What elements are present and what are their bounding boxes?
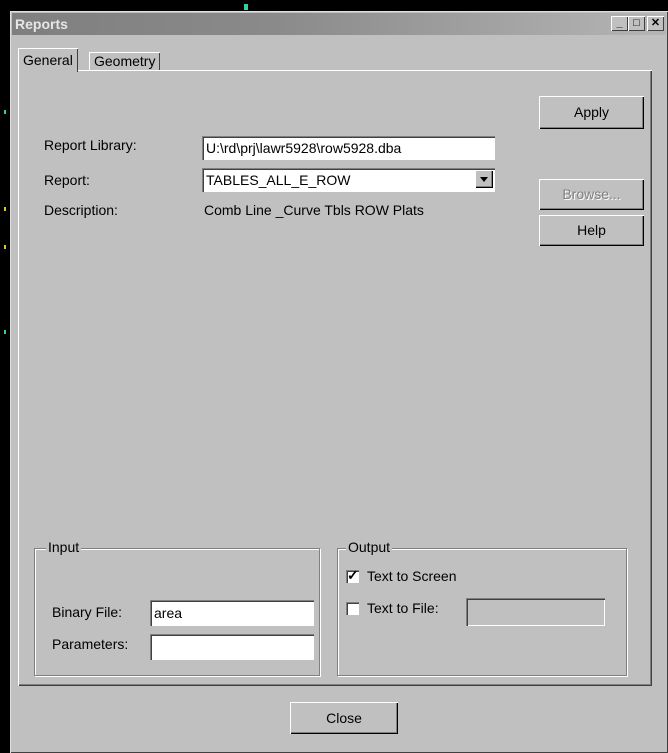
background-mark bbox=[4, 245, 6, 249]
background-mark bbox=[244, 4, 248, 10]
apply-label: Apply bbox=[573, 104, 610, 120]
parameters-label: Parameters: bbox=[52, 636, 129, 652]
text-to-screen-checkbox[interactable]: ✓ bbox=[346, 567, 359, 583]
window-title: Reports bbox=[15, 16, 68, 32]
minimize-icon[interactable]: _ bbox=[611, 16, 628, 31]
tab-geometry[interactable]: Geometry bbox=[89, 52, 161, 70]
close-icon[interactable]: ✕ bbox=[647, 16, 664, 31]
text-to-screen-label[interactable]: Text to Screen bbox=[367, 568, 457, 584]
tab-geometry-label: Geometry bbox=[94, 53, 156, 69]
apply-button[interactable]: Apply bbox=[539, 96, 644, 129]
report-library-label: Report Library: bbox=[44, 137, 137, 153]
tab-general[interactable]: General bbox=[18, 48, 78, 72]
report-dropdown[interactable]: TABLES_ALL_E_ROW bbox=[202, 168, 495, 192]
close-label: Close bbox=[326, 710, 362, 726]
help-label: Help bbox=[577, 222, 606, 238]
title-bar[interactable]: Reports _ □ ✕ bbox=[12, 13, 666, 35]
report-dropdown-value: TABLES_ALL_E_ROW bbox=[206, 172, 351, 188]
output-group-title: Output bbox=[346, 539, 393, 555]
report-label: Report: bbox=[44, 172, 90, 188]
text-to-file-checkbox[interactable] bbox=[346, 602, 359, 615]
text-to-file-field[interactable] bbox=[466, 598, 605, 626]
report-library-field[interactable]: U:\rd\prj\lawr5928\row5928.dba bbox=[202, 136, 495, 160]
checkmark-icon: ✓ bbox=[347, 567, 359, 583]
parameters-field[interactable] bbox=[150, 634, 314, 660]
binary-file-label: Binary File: bbox=[52, 604, 123, 620]
background-mark bbox=[4, 207, 6, 211]
close-button[interactable]: Close bbox=[290, 702, 398, 734]
background-mark bbox=[4, 330, 6, 334]
binary-file-field[interactable]: area bbox=[150, 600, 314, 626]
chevron-down-icon[interactable] bbox=[475, 170, 493, 188]
browse-button[interactable]: Browse... bbox=[539, 179, 644, 210]
description-value: Comb Line _Curve Tbls ROW Plats bbox=[204, 202, 424, 218]
browse-label: Browse... bbox=[562, 186, 621, 202]
input-group-title: Input bbox=[46, 539, 82, 555]
tab-general-label: General bbox=[23, 52, 73, 68]
background-mark bbox=[4, 110, 6, 114]
text-to-file-label[interactable]: Text to File: bbox=[367, 600, 439, 616]
description-label: Description: bbox=[44, 202, 118, 218]
help-button[interactable]: Help bbox=[539, 215, 644, 246]
maximize-icon[interactable]: □ bbox=[628, 16, 645, 31]
